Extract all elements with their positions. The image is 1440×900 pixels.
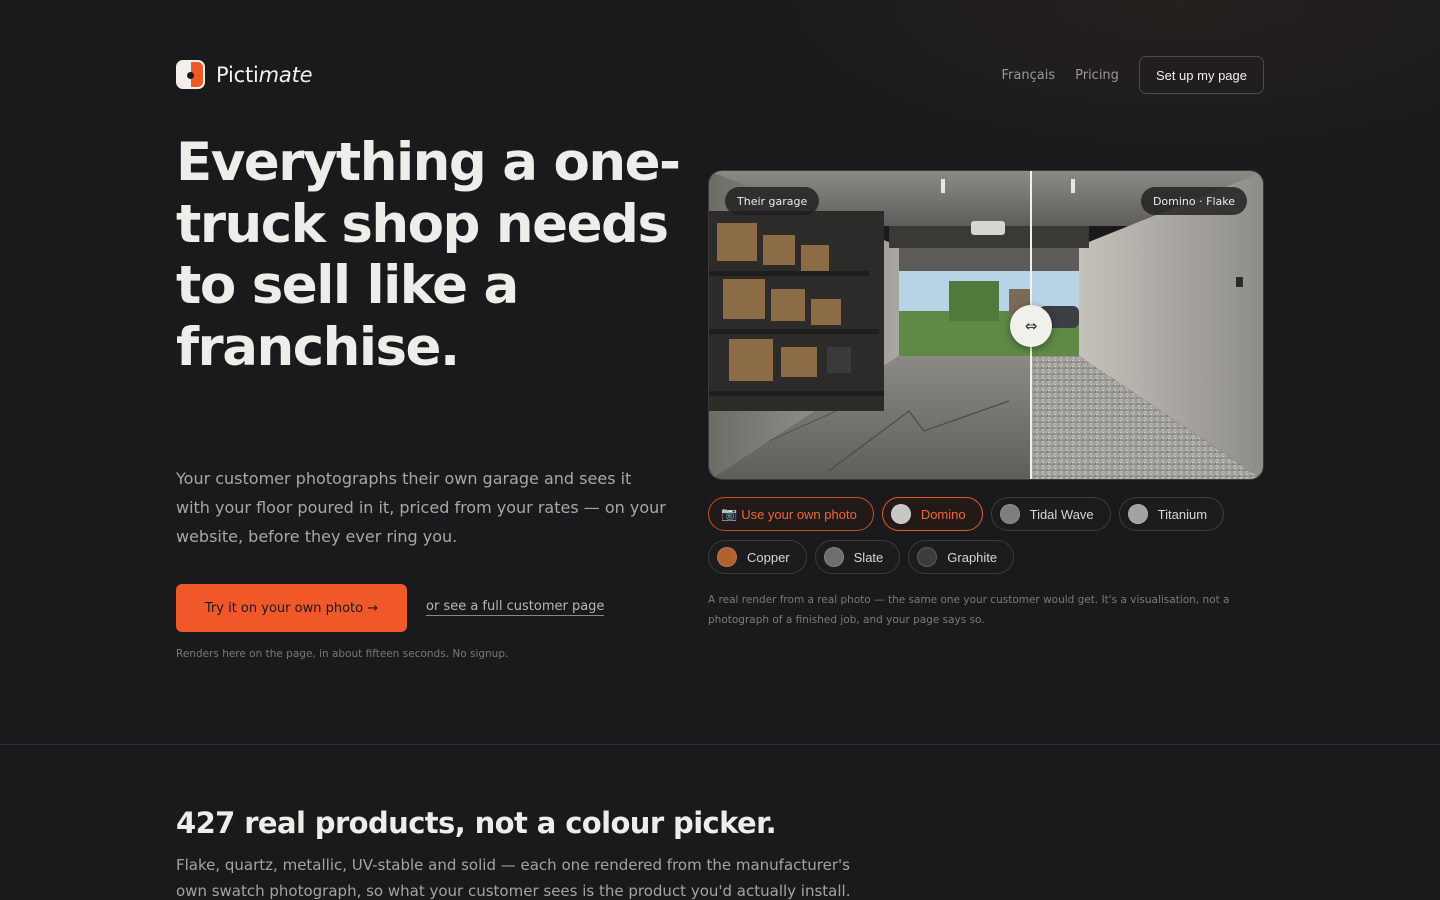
section-divider — [0, 744, 1440, 745]
render-disclaimer: A real render from a real photo — the sa… — [708, 594, 1230, 626]
cta-note: Renders here on the page, in about fifte… — [176, 648, 509, 660]
use-own-photo-chip[interactable]: 📷 Use your own photo — [708, 497, 874, 531]
swatch-graphite — [917, 547, 938, 567]
try-own-photo-button[interactable]: Try it on your own photo → — [176, 584, 407, 632]
chip-tidal-wave[interactable]: Tidal Wave — [990, 497, 1111, 531]
swap-arrows-icon: ⇔ — [1024, 317, 1038, 335]
swatch-copper — [717, 547, 737, 567]
hero-title: Everything a one-truck shop needs to sel… — [176, 132, 681, 378]
nav-link-pricing[interactable]: Pricing — [1075, 68, 1119, 83]
swatch-titanium — [1127, 504, 1148, 524]
chip-copper[interactable]: Copper — [708, 540, 807, 574]
before-after-compare[interactable]: ⇔ Their garage Domino · Flake — [708, 170, 1264, 480]
logo-icon — [176, 60, 205, 89]
brand-name: Pictimate — [216, 62, 313, 87]
swatch-domino — [890, 504, 911, 524]
garage-after-image — [1031, 171, 1263, 479]
nav-links: Français Pricing Set up my page — [1002, 56, 1264, 94]
garage-before-image — [709, 171, 1031, 479]
chip-slate[interactable]: Slate — [814, 540, 901, 574]
brand-logo[interactable]: Pictimate — [176, 60, 313, 89]
hero-subtitle: Your customer photographs their own gara… — [176, 469, 666, 546]
nav-link-language[interactable]: Français — [1002, 68, 1056, 83]
products-body: Flake, quartz, metallic, UV-stable and s… — [176, 856, 851, 900]
customer-page-link[interactable]: or see a full customer page — [426, 599, 605, 616]
swatch-tidal-wave — [999, 504, 1020, 524]
top-nav: Pictimate Français Pricing Set up my pag… — [176, 56, 1264, 94]
setup-page-button[interactable]: Set up my page — [1138, 56, 1264, 94]
before-tag: Their garage — [725, 187, 820, 215]
swatch-slate — [823, 547, 844, 567]
products-heading: 427 real products, not a colour picker. — [176, 806, 777, 840]
after-pane — [1031, 171, 1263, 479]
before-pane — [709, 171, 1031, 479]
after-tag: Domino · Flake — [1140, 187, 1247, 215]
chip-domino[interactable]: Domino — [881, 497, 983, 531]
compare-drag-handle[interactable]: ⇔ — [1010, 305, 1052, 347]
camera-icon: 📷 — [721, 506, 738, 521]
finish-chips: 📷 Use your own photo Domino Tidal Wave T… — [708, 497, 1268, 583]
chip-graphite[interactable]: Graphite — [908, 540, 1015, 574]
chip-titanium[interactable]: Titanium — [1118, 497, 1225, 531]
